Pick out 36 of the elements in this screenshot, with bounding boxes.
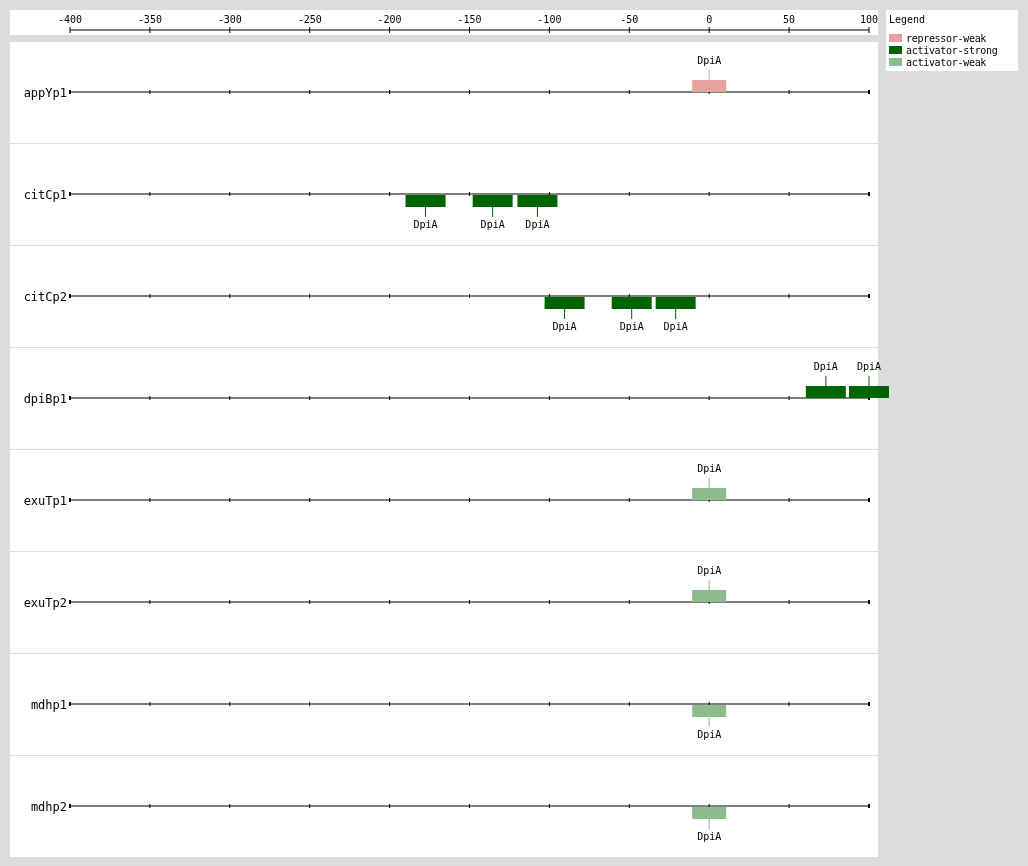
site-label: DpiA <box>619 321 644 332</box>
promoter-label: citCp1 <box>22 187 68 202</box>
legend-title: Legend <box>889 14 927 25</box>
site-label: DpiA <box>813 361 838 372</box>
site-label: DpiA <box>697 729 722 740</box>
tick-label: 0 <box>706 14 713 25</box>
tick-label: -100 <box>537 14 562 25</box>
tick-label: -150 <box>457 14 482 25</box>
promoter-label: appYp1 <box>22 85 68 100</box>
tick-label: -350 <box>137 14 162 25</box>
site-label: DpiA <box>413 219 438 230</box>
legend-label: repressor-weak <box>906 32 987 44</box>
site-label: DpiA <box>697 463 722 474</box>
site-label: DpiA <box>552 321 577 332</box>
promoter-label: citCp2 <box>22 289 68 304</box>
site-label: DpiA <box>697 565 722 576</box>
site-label: DpiA <box>697 55 722 66</box>
tick-label: -250 <box>297 14 322 25</box>
tick-label: -200 <box>377 14 402 25</box>
site-label: DpiA <box>525 219 550 230</box>
tick-label: -400 <box>57 14 83 25</box>
tick-label: -300 <box>217 14 242 25</box>
site-label: DpiA <box>697 831 722 842</box>
promoter-label: mdhp1 <box>29 697 68 712</box>
site-label: DpiA <box>480 219 505 230</box>
site-label: DpiA <box>856 361 882 372</box>
promoter-label: exuTp2 <box>22 595 68 610</box>
legend-label: activator-strong <box>906 44 998 56</box>
tick-label: 50 <box>783 14 796 25</box>
site-label: DpiA <box>663 321 688 332</box>
tick-label: -50 <box>620 14 639 25</box>
promoter-label: exuTp1 <box>22 493 68 508</box>
legend-label: activator-weak <box>906 56 987 68</box>
promoter-label: mdhp2 <box>29 799 68 814</box>
tick-label: 100 <box>859 14 879 25</box>
promoter-label: dpiBp1 <box>22 391 68 406</box>
